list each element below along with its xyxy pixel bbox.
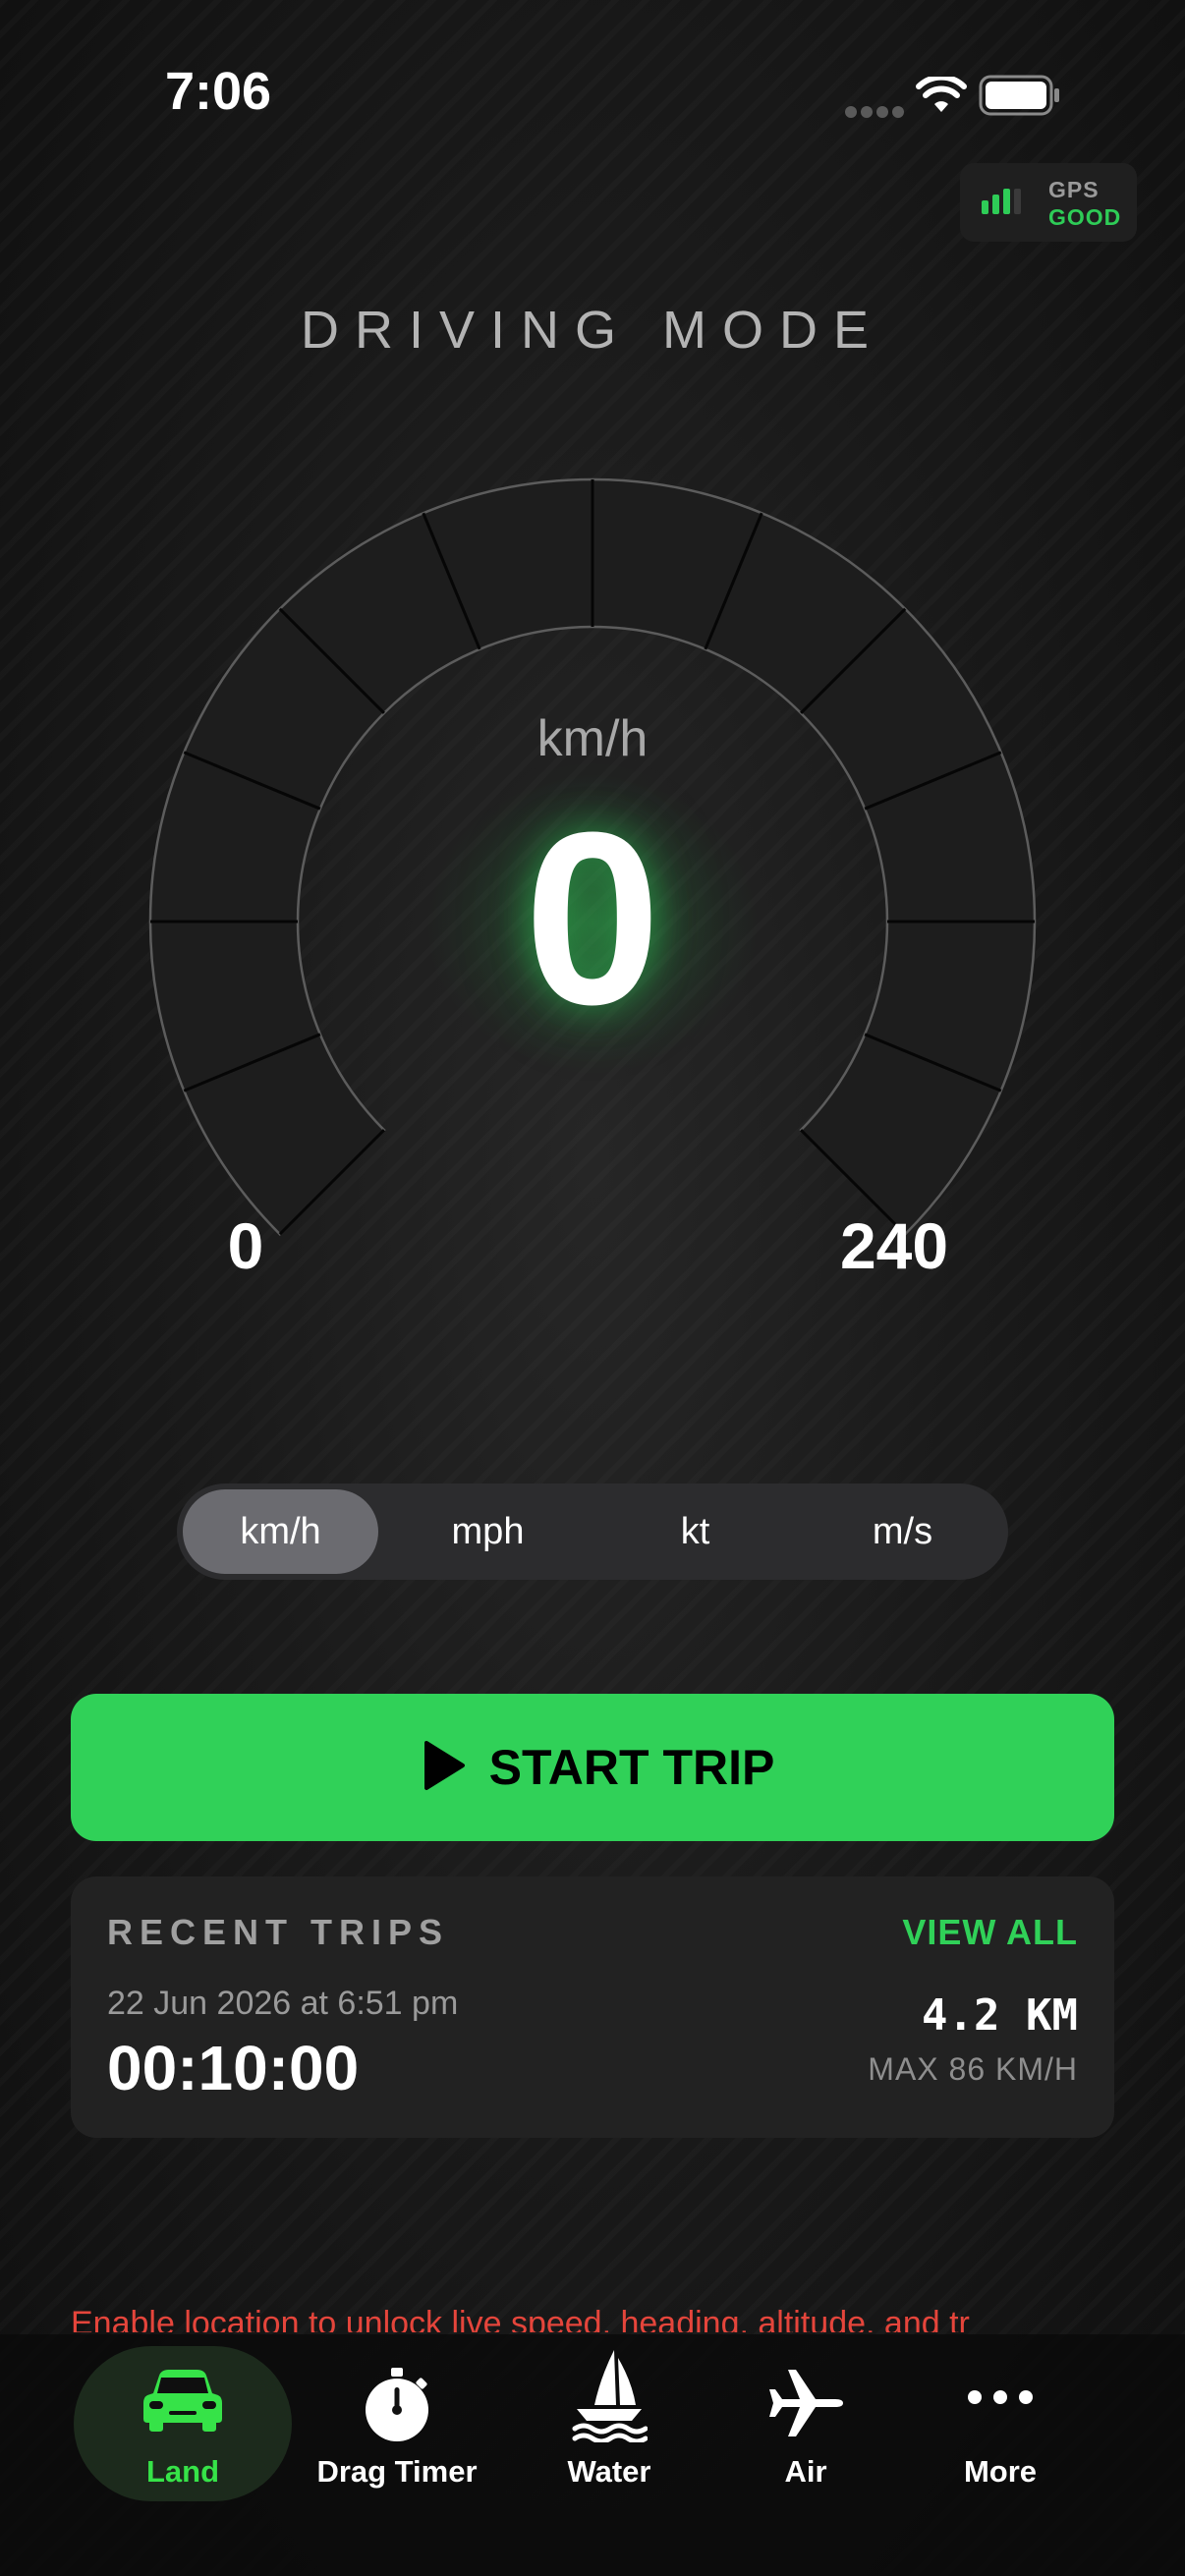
stopwatch-icon (366, 2368, 428, 2441)
start-trip-button[interactable]: START TRIP (71, 1694, 1114, 1841)
trip-distance: 4.2 KM (922, 1990, 1078, 2041)
unit-option-mph[interactable]: mph (390, 1489, 586, 1574)
ellipsis-icon (968, 2390, 1033, 2404)
gauge-max-label: 240 (839, 1209, 949, 1282)
tab-land[interactable]: Land (85, 2346, 281, 2501)
tab-water[interactable]: Water (511, 2346, 707, 2501)
start-trip-label: START TRIP (488, 1740, 775, 1795)
recent-trips-title: RECENT TRIPS (107, 1912, 450, 1952)
speed-gauge (148, 477, 1037, 1236)
tab-land-label: Land (145, 2454, 220, 2489)
gauge-min-label: 0 (227, 1209, 264, 1282)
unit-option-ms[interactable]: m/s (805, 1489, 1000, 1574)
recent-trips-card: RECENT TRIPS VIEW ALL 22 Jun 2026 at 6:5… (71, 1876, 1114, 2138)
driving-mode-screen: 7:06 GPS GOOD DRIVING MODE km/h 0 0 240 … (0, 0, 1185, 2576)
tab-water-label: Water (567, 2454, 651, 2489)
trip-date: 22 Jun 2026 at 6:51 pm (107, 1985, 459, 2022)
tab-air-label: Air (784, 2454, 827, 2489)
tab-drag-timer[interactable]: Drag Timer (299, 2346, 495, 2501)
trip-duration: 00:10:00 (107, 2033, 360, 2103)
unit-option-kt[interactable]: kt (597, 1489, 793, 1574)
unit-selector: km/h mph kt m/s (177, 1484, 1008, 1580)
tab-more[interactable]: More (902, 2346, 1099, 2501)
car-icon (143, 2370, 222, 2432)
tab-drag-timer-label: Drag Timer (316, 2454, 478, 2489)
airplane-icon (769, 2370, 843, 2436)
gauge-unit-label: km/h (536, 710, 649, 767)
tab-more-label: More (963, 2454, 1038, 2489)
tab-air[interactable]: Air (707, 2346, 904, 2501)
tab-bar: Land Drag Timer Water Air More (0, 2334, 1185, 2576)
trip-max-speed: MAX 86 KM/H (868, 2051, 1078, 2087)
sailboat-icon (572, 2350, 648, 2442)
current-speed: 0 (524, 781, 661, 1055)
unit-option-kmh[interactable]: km/h (183, 1489, 378, 1574)
view-all-link[interactable]: VIEW ALL (902, 1912, 1078, 1953)
location-warning[interactable]: Enable location to unlock live speed, he… (71, 2299, 1114, 2332)
